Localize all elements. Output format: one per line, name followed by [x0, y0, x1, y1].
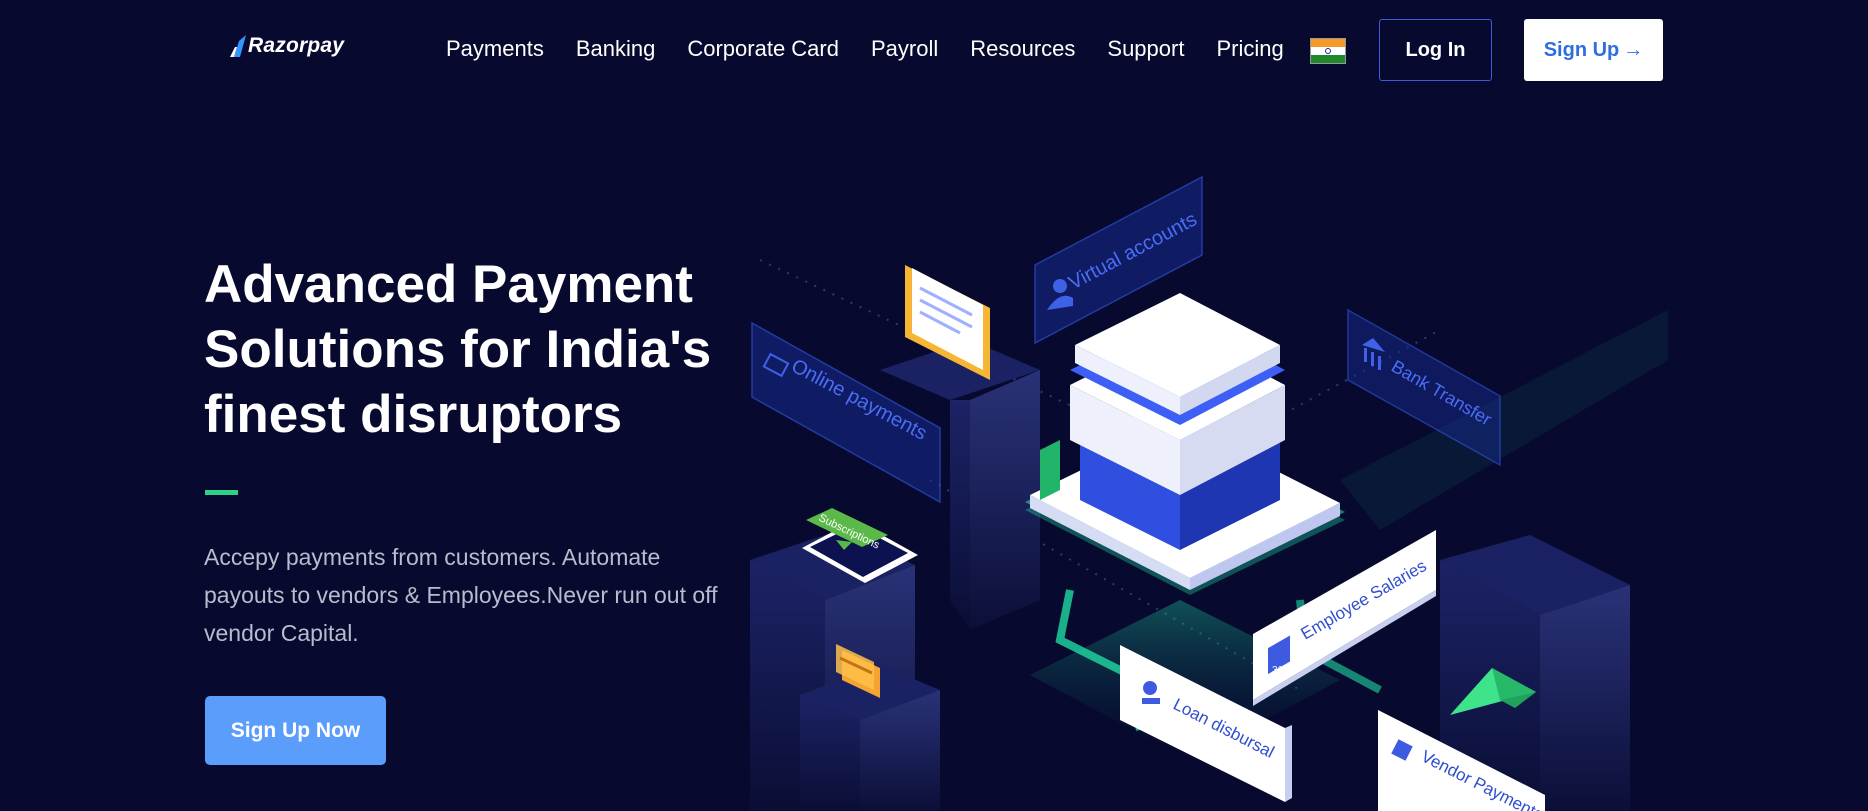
nav-link-pricing[interactable]: Pricing — [1216, 36, 1283, 62]
green-card — [1040, 440, 1060, 500]
login-button[interactable]: Log In — [1379, 19, 1492, 81]
signup-button[interactable]: Sign Up → — [1524, 19, 1663, 81]
arrow-right-icon: → — [1623, 38, 1644, 61]
sign-up-now-button[interactable]: Sign Up Now — [205, 696, 386, 765]
nav-links: Payments Banking Corporate Card Payroll … — [446, 36, 1316, 62]
signup-button-label: Sign Up — [1543, 38, 1620, 61]
online-payments-panel: Online payments — [751, 321, 941, 504]
hero-illustration: Virtual accounts Online payments Bank Tr… — [740, 130, 1668, 811]
accent-divider — [205, 490, 238, 495]
razorpay-logo-icon — [230, 35, 246, 57]
logo-text: Razorpay — [248, 34, 345, 57]
razorpay-logo[interactable]: Razorpay — [230, 34, 344, 58]
employee-salaries-card: 31 Employee Salaries — [1253, 530, 1436, 706]
india-flag-icon[interactable] — [1310, 38, 1346, 64]
nav-link-support[interactable]: Support — [1107, 36, 1184, 62]
hero-title: Advanced Payment Solutions for India's f… — [204, 255, 712, 444]
nav-link-corporate-card[interactable]: Corporate Card — [687, 36, 839, 62]
nav-link-payroll[interactable]: Payroll — [871, 36, 938, 62]
nav-link-banking[interactable]: Banking — [576, 36, 656, 62]
nav-link-resources[interactable]: Resources — [970, 36, 1075, 62]
isometric-illustration: Virtual accounts Online payments Bank Tr… — [750, 175, 1668, 811]
calendar-day: 31 — [1272, 665, 1284, 676]
hero-description: Accepy payments from customers. Automate… — [204, 544, 718, 646]
nav-link-payments[interactable]: Payments — [446, 36, 544, 62]
top-navigation: Razorpay Payments Banking Corporate Card… — [0, 0, 1868, 100]
